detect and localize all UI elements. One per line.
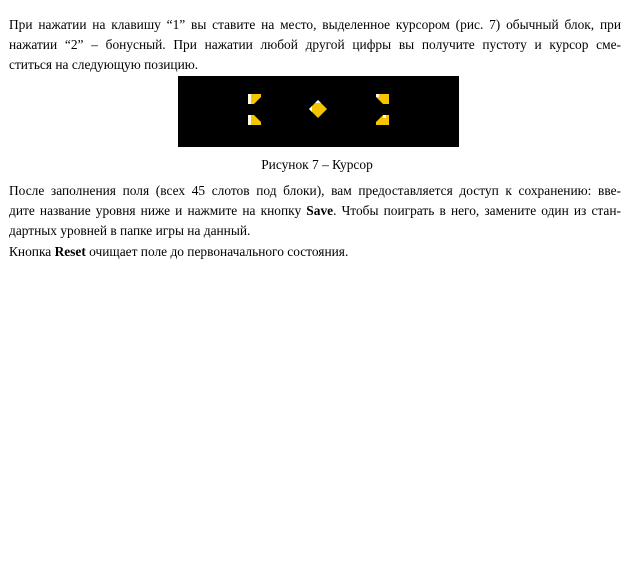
reset-line: Кнопка Reset очищает поле до первоначаль… [9, 242, 621, 262]
figure-caption: Рисунок 7 – Курсор [261, 157, 373, 172]
intro-line-1: При нажатии на клавишу “1” вы ставите на… [9, 17, 621, 32]
save-line-2-end: . Чтобы поиграть в него, замените один и… [333, 203, 621, 218]
cursor-illustration [178, 76, 459, 147]
intro-paragraph: При нажатии на клавишу “1” вы ставите на… [9, 15, 621, 75]
reset-line-end: очищает поле до первоначального состояни… [85, 244, 349, 259]
save-line-3: дартных уровней в папке игры на данный. [9, 223, 251, 238]
save-keyword: Save [306, 203, 334, 218]
cursor-figure [178, 76, 459, 147]
save-paragraph: После заполнения поля (всех 45 слотов по… [9, 181, 621, 241]
intro-line-2: нажатии “2” – бонусный. При нажатии любо… [9, 37, 621, 52]
save-line-1: После заполнения поля (всех 45 слотов по… [9, 183, 621, 198]
save-line-2: дите название уровня ниже и нажмите на к… [9, 201, 621, 221]
reset-line-start: Кнопка [9, 244, 55, 259]
intro-line-3: ститься на следующую позицию. [9, 57, 199, 72]
reset-keyword: Reset [54, 244, 86, 259]
reset-paragraph: Кнопка Reset очищает поле до первоначаль… [9, 242, 621, 262]
save-line-2-start: дите название уровня ниже и нажмите на к… [9, 203, 307, 218]
